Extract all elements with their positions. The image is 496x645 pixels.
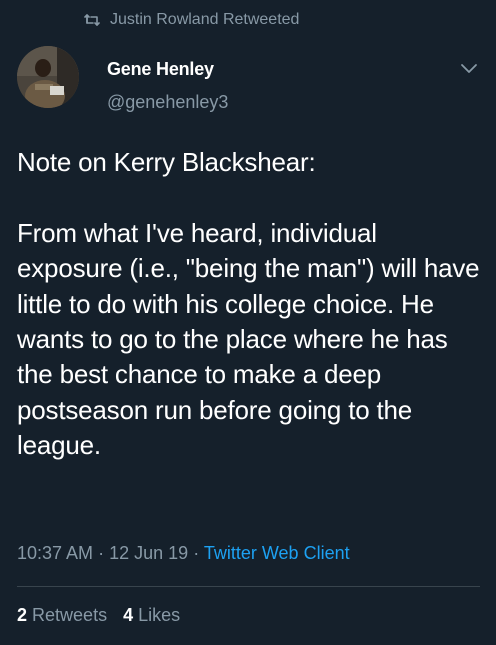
retweets-count: 2 bbox=[17, 605, 28, 625]
author-name[interactable]: Gene Henley bbox=[107, 59, 214, 80]
tweet-text: Note on Kerry Blackshear: From what I've… bbox=[17, 147, 480, 461]
retweet-icon bbox=[84, 12, 100, 28]
likes-label: Likes bbox=[138, 605, 181, 625]
likes-stat[interactable]: 4 Likes bbox=[123, 605, 180, 626]
tweet-meta: 10:37 AM · 12 Jun 19 · Twitter Web Clien… bbox=[17, 543, 350, 564]
divider bbox=[17, 586, 480, 587]
tweet-date[interactable]: 12 Jun 19 bbox=[109, 543, 188, 563]
chevron-down-icon[interactable] bbox=[459, 58, 479, 78]
retweet-context[interactable]: Justin Rowland Retweeted bbox=[84, 9, 299, 31]
retweets-stat[interactable]: 2 Retweets bbox=[17, 605, 107, 626]
tweet-stats: 2 Retweets 4 Likes bbox=[17, 605, 196, 626]
tweet-client-link[interactable]: Twitter Web Client bbox=[204, 543, 350, 563]
likes-count: 4 bbox=[123, 605, 134, 625]
tweet-time[interactable]: 10:37 AM bbox=[17, 543, 93, 563]
avatar[interactable] bbox=[17, 46, 79, 108]
meta-separator: · bbox=[193, 543, 200, 563]
author-handle[interactable]: @genehenley3 bbox=[107, 92, 228, 113]
meta-separator: · bbox=[98, 543, 105, 563]
retweets-label: Retweets bbox=[32, 605, 108, 625]
retweet-context-label: Justin Rowland Retweeted bbox=[110, 11, 300, 28]
